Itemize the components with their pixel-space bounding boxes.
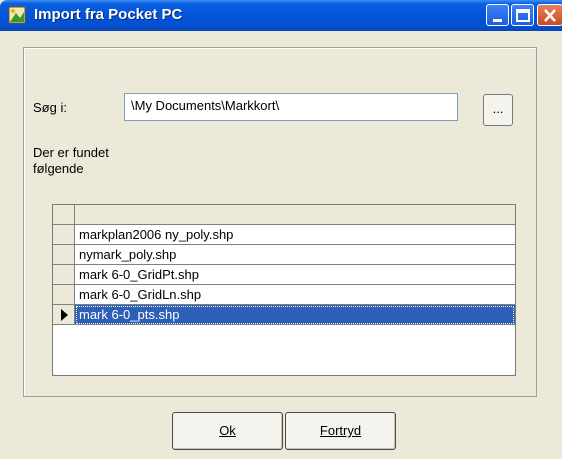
- import-dialog: Import fra Pocket PC Søg i: \My Document…: [0, 0, 562, 459]
- maximize-button[interactable]: [511, 4, 534, 26]
- row-selector[interactable]: [53, 225, 75, 245]
- table-row[interactable]: mark 6-0_GridPt.shp: [53, 265, 515, 285]
- file-name-cell[interactable]: markplan2006 ny_poly.shp: [75, 225, 515, 245]
- table-row[interactable]: mark 6-0_GridLn.shp: [53, 285, 515, 305]
- close-button[interactable]: [537, 4, 562, 26]
- app-icon: [8, 6, 26, 24]
- cancel-button[interactable]: Fortryd: [285, 412, 396, 450]
- grid-column-header[interactable]: [75, 205, 515, 225]
- row-selector[interactable]: [53, 285, 75, 305]
- table-row-selected[interactable]: mark 6-0_pts.shp: [53, 305, 515, 325]
- grid-corner-cell: [53, 205, 75, 225]
- file-name-cell[interactable]: nymark_poly.shp: [75, 245, 515, 265]
- current-row-arrow-icon: [61, 309, 68, 321]
- title-bar[interactable]: Import fra Pocket PC: [0, 0, 562, 31]
- maximize-icon: [516, 9, 530, 22]
- ok-button[interactable]: Ok: [172, 412, 283, 450]
- close-icon: [544, 9, 556, 22]
- table-row[interactable]: nymark_poly.shp: [53, 245, 515, 265]
- file-grid[interactable]: markplan2006 ny_poly.shp nymark_poly.shp…: [52, 204, 516, 376]
- row-selector[interactable]: [53, 305, 75, 325]
- search-in-label: Søg i:: [33, 100, 67, 115]
- path-input[interactable]: \My Documents\Markkort\: [124, 93, 458, 121]
- ok-button-label: Ok: [219, 423, 236, 438]
- cancel-button-label: Fortryd: [319, 423, 362, 438]
- browse-button[interactable]: ...: [483, 94, 513, 126]
- table-row[interactable]: markplan2006 ny_poly.shp: [53, 225, 515, 245]
- minimize-button[interactable]: [486, 4, 509, 26]
- row-selector[interactable]: [53, 265, 75, 285]
- found-files-label: Der er fundet følgende: [33, 145, 109, 176]
- minimize-icon: [493, 19, 502, 22]
- window-title: Import fra Pocket PC: [34, 6, 183, 23]
- file-name-cell[interactable]: mark 6-0_GridPt.shp: [75, 265, 515, 285]
- grid-header-row: [53, 205, 515, 225]
- file-name-cell[interactable]: mark 6-0_pts.shp: [75, 305, 515, 325]
- file-name-cell[interactable]: mark 6-0_GridLn.shp: [75, 285, 515, 305]
- row-selector[interactable]: [53, 245, 75, 265]
